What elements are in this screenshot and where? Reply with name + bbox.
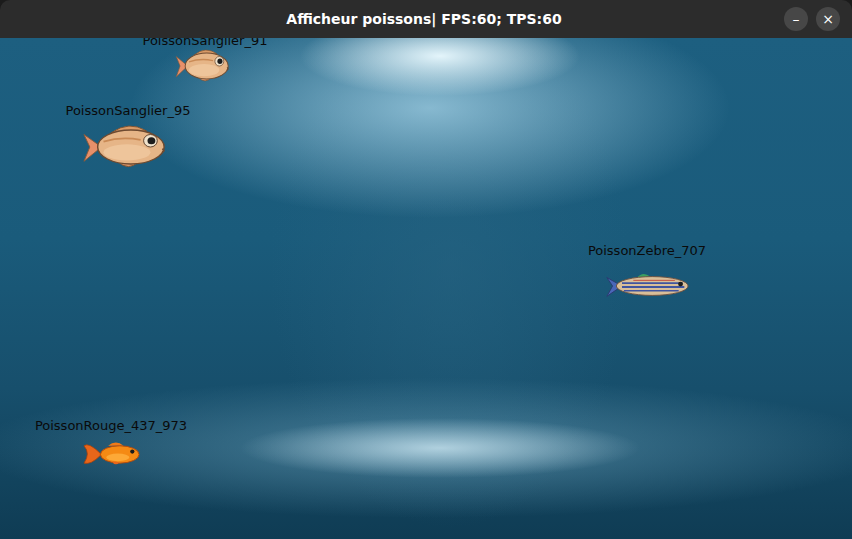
fish-label: PoissonZebre_707 — [588, 243, 706, 259]
close-button[interactable]: × — [816, 7, 840, 31]
window-controls: –× — [562, 7, 844, 31]
title-bar: Afficheur poissons| FPS:60; TPS:60 –× — [0, 0, 852, 38]
minimize-button[interactable]: – — [784, 7, 808, 31]
fish-label: PoissonSanglier_95 — [66, 103, 191, 119]
fish-icon — [175, 47, 232, 85]
window-title: Afficheur poissons| FPS:60; TPS:60 — [286, 9, 561, 30]
app-window: Afficheur poissons| FPS:60; TPS:60 –× Po… — [0, 0, 852, 539]
fish-icon — [83, 440, 141, 467]
fish-icon — [82, 122, 170, 172]
fish-label: PoissonRouge_437_973 — [35, 418, 187, 434]
fish-label: PoissonSanglier_91 — [143, 38, 268, 49]
fish-icon — [605, 270, 690, 302]
aquarium-canvas: PoissonSanglier_91 PoissonSanglier_95 Pois… — [0, 38, 852, 539]
